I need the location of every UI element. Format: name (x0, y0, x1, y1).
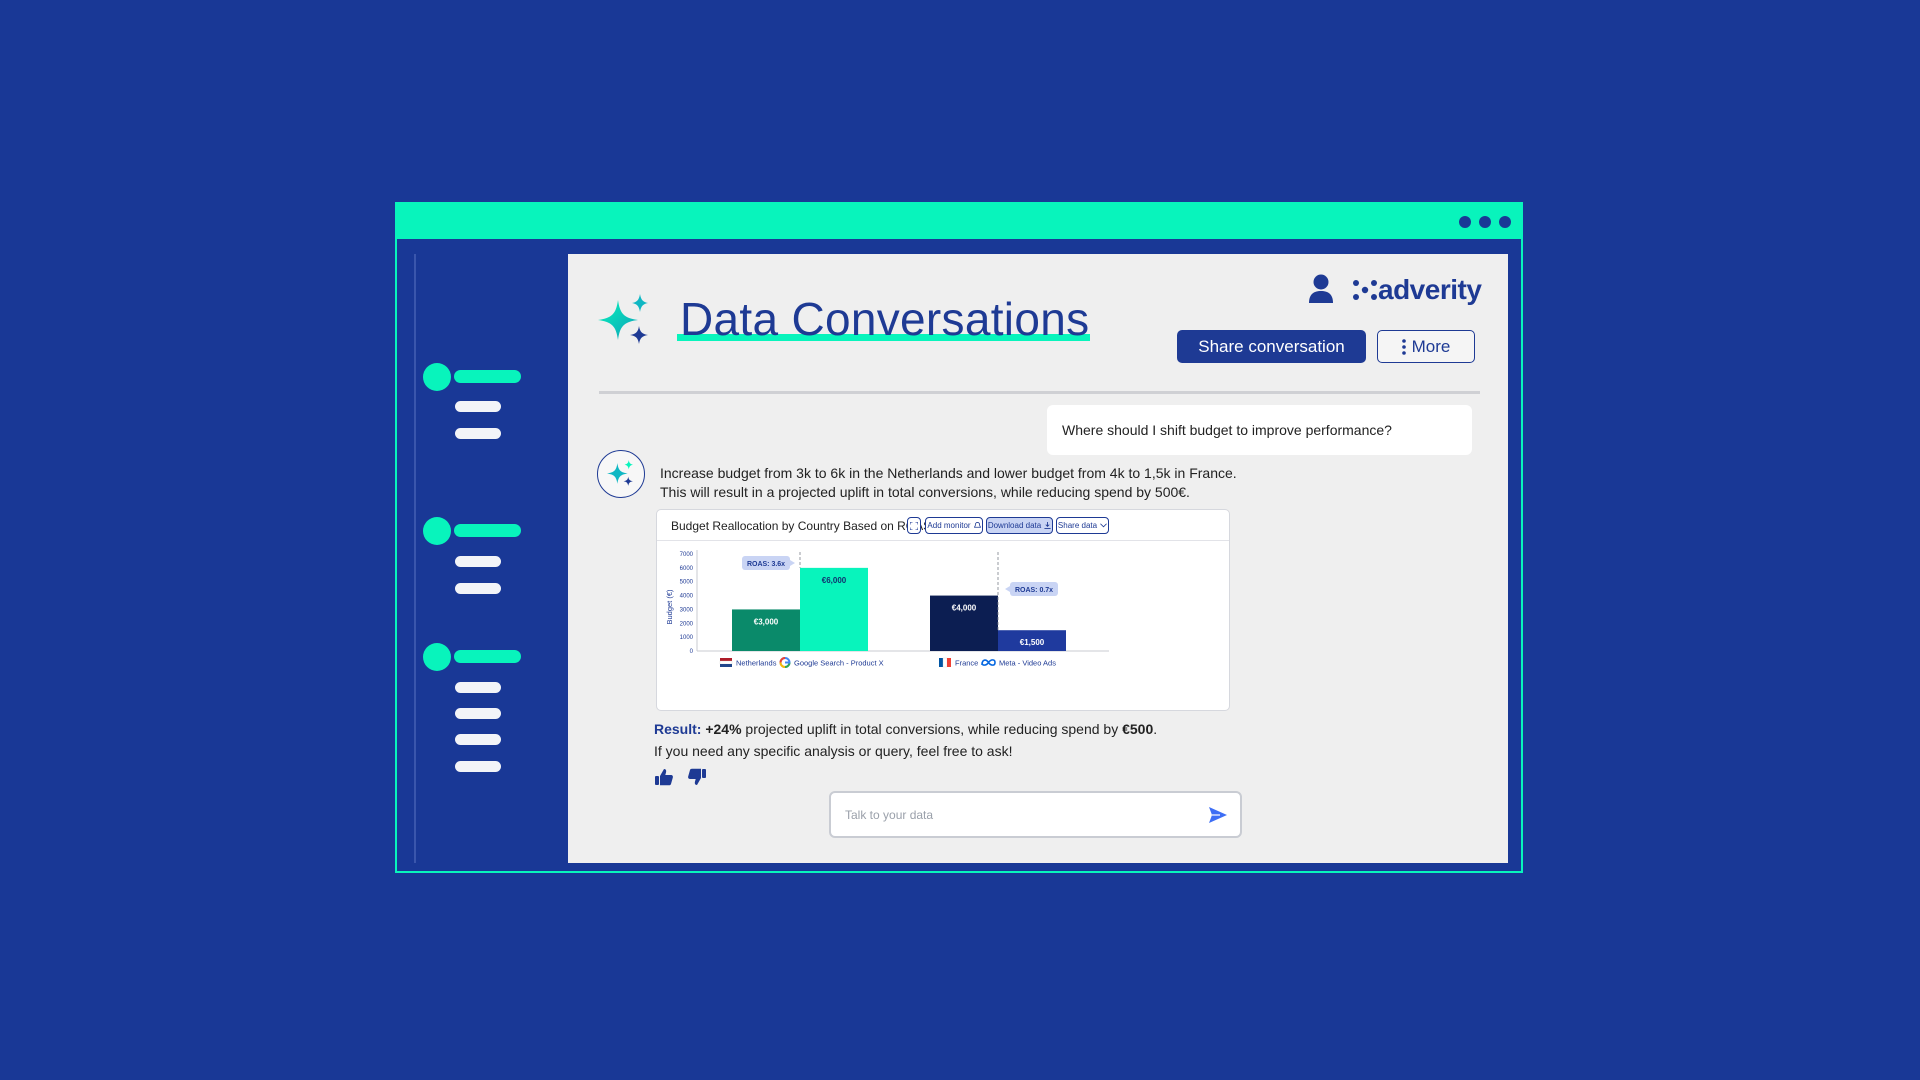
sidebar-subitem[interactable] (455, 682, 501, 693)
sidebar-bullet-icon[interactable] (423, 517, 451, 545)
result-label: Result: (654, 721, 702, 737)
x-channel-label: Google Search - Product X (794, 659, 884, 668)
sidebar-subitem[interactable] (455, 761, 501, 772)
bar-value-label: €6,000 (822, 576, 847, 585)
y-tick-label: 7000 (680, 552, 694, 558)
thumbs-up-icon[interactable] (654, 768, 674, 786)
chart-card: Budget Reallocation by Country Based on … (656, 509, 1230, 711)
x-channel-label: Meta - Video Ads (999, 659, 1056, 668)
more-button[interactable]: More (1377, 330, 1475, 363)
expand-icon (910, 521, 918, 530)
bar-value-label: €4,000 (952, 604, 977, 613)
sidebar-subitem[interactable] (455, 734, 501, 745)
share-conversation-button[interactable]: Share conversation (1177, 330, 1366, 363)
sidebar-subitem[interactable] (455, 401, 501, 412)
y-tick-label: 5000 (680, 580, 694, 586)
meta-icon (981, 659, 996, 666)
roas-tag-pointer (1005, 586, 1010, 592)
result-text-end: . (1153, 721, 1158, 737)
sidebar-subitem[interactable] (455, 583, 501, 594)
y-tick-label: 6000 (680, 566, 694, 572)
result-amount: €500 (1122, 721, 1154, 737)
chat-input-box (829, 791, 1242, 838)
sidebar-subitem[interactable] (455, 708, 501, 719)
chart-title: Budget Reallocation by Country Based on … (671, 519, 932, 533)
ai-message-line: This will result in a projected uplift i… (660, 484, 1190, 500)
sidebar-bullet-icon[interactable] (423, 363, 451, 391)
x-category-label: France (955, 659, 978, 668)
window-dot-icon[interactable] (1499, 216, 1511, 228)
download-data-button[interactable]: Download data (986, 517, 1053, 534)
app-window: Data Conversations adverity Share conver… (395, 202, 1523, 873)
roas-tag-label: ROAS: 3.6x (747, 561, 785, 568)
sidebar-subitem[interactable] (455, 556, 501, 567)
roas-tag-pointer (790, 560, 795, 566)
adverity-logo-text: adverity (1378, 274, 1482, 305)
adverity-logo-icon (1353, 280, 1377, 300)
sidebar-divider (414, 254, 416, 863)
netherlands-flag-icon (719, 658, 733, 667)
result-value: +24% (705, 721, 742, 737)
sidebar-item[interactable] (454, 650, 521, 663)
y-tick-label: 4000 (680, 594, 694, 600)
main-content: Data Conversations adverity Share conver… (568, 254, 1508, 863)
window-titlebar (397, 204, 1521, 239)
budget-chart: 0 1000 2000 3000 4000 5000 6000 7000 €3,000 €6,0… (665, 550, 1109, 668)
chevron-down-icon (1100, 523, 1107, 528)
y-tick-label: 2000 (680, 621, 694, 627)
chart-bar (732, 609, 800, 651)
followup-text: If you need any specific analysis or que… (654, 743, 1013, 759)
add-monitor-label: Add monitor (927, 521, 971, 530)
share-data-label: Share data (1057, 521, 1098, 530)
result-text-mid: projected uplift in total conversions, w… (741, 721, 1123, 737)
download-icon (1044, 522, 1051, 529)
adverity-logo[interactable]: adverity (1352, 274, 1482, 306)
sidebar-subitem[interactable] (455, 428, 501, 439)
add-monitor-button[interactable]: Add monitor (925, 517, 983, 534)
bar-value-label: €3,000 (754, 617, 779, 626)
x-category-label: Netherlands (736, 659, 777, 668)
more-button-label: More (1411, 336, 1451, 356)
result-text: Result: +24% projected uplift in total c… (654, 721, 1157, 737)
thumbs-down-icon[interactable] (687, 768, 707, 786)
y-axis-label: Budget (€) (665, 589, 674, 625)
chat-input[interactable] (845, 805, 1185, 825)
send-icon[interactable] (1208, 806, 1228, 824)
user-icon[interactable] (1308, 274, 1334, 304)
google-icon (779, 657, 791, 668)
ai-message: Increase budget from 3k to 6k in the Net… (660, 464, 1237, 502)
roas-tag-label: ROAS: 0.7x (1015, 587, 1053, 594)
france-flag-icon (939, 657, 951, 668)
ai-message-line: Increase budget from 3k to 6k in the Net… (660, 465, 1237, 481)
y-tick-label: 0 (690, 649, 694, 655)
window-dot-icon[interactable] (1459, 216, 1471, 228)
sidebar-item[interactable] (454, 370, 521, 383)
sparkle-icon (607, 460, 633, 486)
fullscreen-button[interactable] (907, 517, 921, 534)
sidebar-bullet-icon[interactable] (423, 643, 451, 671)
window-dot-icon[interactable] (1479, 216, 1491, 228)
page-title: Data Conversations (680, 293, 1090, 345)
sidebar-item[interactable] (454, 524, 521, 537)
vertical-dots-icon (1401, 338, 1406, 355)
user-message: Where should I shift budget to improve p… (1047, 405, 1472, 455)
download-data-label: Download data (987, 521, 1042, 530)
bar-value-label: €1,500 (1020, 638, 1045, 647)
bell-icon (973, 522, 981, 528)
y-tick-label: 1000 (680, 635, 694, 641)
share-data-button[interactable]: Share data (1056, 517, 1109, 534)
header-divider (599, 391, 1480, 394)
sparkle-icon (598, 294, 648, 344)
y-tick-label: 3000 (680, 607, 694, 613)
ai-avatar (597, 450, 645, 498)
